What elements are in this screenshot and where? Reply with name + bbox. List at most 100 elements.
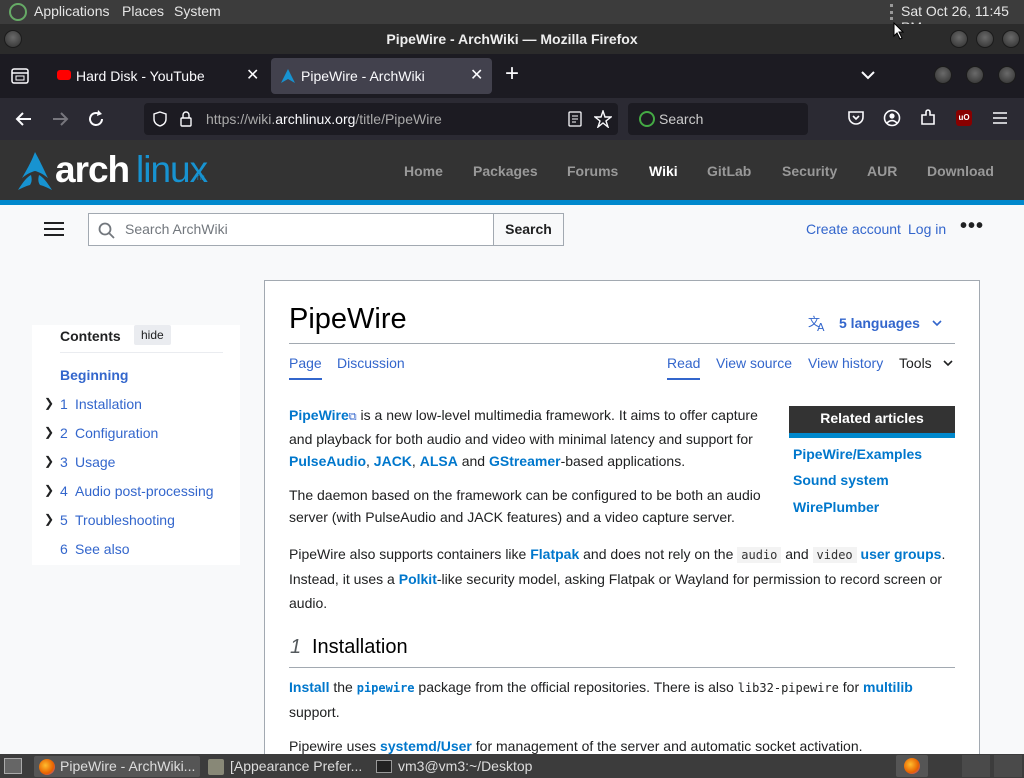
nav-home[interactable]: Home [404,163,443,179]
chevron-down-icon[interactable] [932,320,942,327]
search-engine-icon [639,111,655,127]
places-menu[interactable]: Places [122,3,164,19]
chevron-down-icon[interactable] [943,360,953,367]
forward-arrow-icon[interactable] [51,111,69,127]
wiki-search-placeholder: Search ArchWiki [125,221,228,237]
tab-archwiki[interactable]: PipeWire - ArchWiki ✕ [271,58,492,94]
url-bar[interactable]: https://wiki.archlinux.org/title/PipeWir… [144,103,618,135]
chevron-right-icon[interactable]: ❯ [44,454,54,468]
taskbar-item-terminal[interactable]: vm3@vm3:~/Desktop [372,756,538,777]
main-menu-icon[interactable] [44,221,64,237]
window-title: PipeWire - ArchWiki — Mozilla Firefox [386,31,638,47]
page-title: PipeWire [289,303,407,335]
tab-label: Hard Disk - YouTube [76,68,205,84]
chevron-right-icon[interactable]: ❯ [44,483,54,497]
tab-label: PipeWire - ArchWiki [301,68,425,84]
logo-linux-text[interactable]: linux [136,149,208,191]
more-options-icon[interactable]: ••• [960,215,984,238]
tab-close-icon[interactable]: ✕ [470,58,483,94]
nav-packages[interactable]: Packages [473,163,538,179]
section-divider [289,667,955,668]
minimize-icon[interactable] [950,30,968,48]
tab-close-icon[interactable]: ✕ [246,58,259,94]
applications-menu-icon[interactable] [9,3,27,21]
tab-read-underline [667,378,700,380]
tab-read[interactable]: Read [667,355,700,371]
account-icon[interactable] [883,109,901,127]
workspace-3[interactable] [994,755,1022,777]
nav-forums[interactable]: Forums [567,163,618,179]
nav-gitlab[interactable]: GitLab [707,163,751,179]
lock-icon[interactable] [179,110,193,128]
related-link[interactable]: WirePlumber [793,499,879,515]
show-desktop-icon[interactable] [4,758,22,774]
paragraph-install: Install the pipewire package from the of… [289,679,913,720]
toc-hide-button[interactable]: hide [134,325,171,345]
chevron-right-icon[interactable]: ❯ [44,512,54,526]
create-account-link[interactable]: Create account [806,221,901,237]
web-search-box[interactable]: Search [628,103,808,135]
workspace-switcher[interactable] [896,755,928,777]
firefox-icon [39,759,55,775]
system-menu[interactable]: System [174,3,221,19]
wiki-search-button[interactable]: Search [493,213,564,246]
paragraph-intro: PipeWire⧉ is a new low-level multimedia … [289,407,758,469]
tab-view-source[interactable]: View source [716,355,792,371]
bookmark-star-icon[interactable] [594,110,612,128]
language-icon[interactable]: 文A [808,314,830,332]
chevron-right-icon[interactable]: ❯ [44,396,54,410]
section-heading-installation: Installation [312,636,408,658]
tab-discussion[interactable]: Discussion [337,355,405,371]
ublock-origin-icon[interactable]: uO [956,110,972,126]
title-divider [289,343,955,344]
bottom-taskbar: PipeWire - ArchWiki... [Appearance Prefe… [0,754,1024,778]
archlinux-logo-icon[interactable] [16,152,54,190]
new-tab-icon[interactable]: + [505,60,519,88]
languages-button[interactable]: 5 languages [839,315,920,331]
tab-tools[interactable]: Tools [899,355,932,371]
wiki-search-input[interactable]: Search ArchWiki [88,213,494,246]
toc-beginning[interactable]: Beginning [60,367,128,383]
firefox-view-icon[interactable] [11,68,29,84]
decor-button-icon [934,66,952,84]
login-link[interactable]: Log in [908,221,946,237]
firefox-icon [904,758,920,774]
taskbar-item-firefox[interactable]: PipeWire - ArchWiki... [34,756,200,777]
tab-view-history[interactable]: View history [808,355,883,371]
window-menu-icon[interactable] [4,30,22,48]
appearance-preferences-icon [208,759,224,775]
close-window-icon[interactable] [1002,30,1020,48]
archlinux-header: arch linux TM Home Packages Forums Wiki … [0,140,1024,200]
table-of-contents: Contents hide Beginning ❯ 1 Installation ❯… [32,325,240,565]
youtube-favicon-icon [57,70,71,80]
reload-icon[interactable] [87,110,105,128]
taskbar-item-appearance[interactable]: [Appearance Prefer... [204,756,366,777]
tab-youtube[interactable]: Hard Disk - YouTube ✕ [48,58,268,94]
back-arrow-icon[interactable] [15,111,33,127]
panel-handle-icon [890,4,893,20]
chevron-right-icon[interactable]: ❯ [44,425,54,439]
archlinux-favicon-icon [281,69,295,83]
shield-icon[interactable] [152,111,168,127]
header-accent-bar [0,200,1024,205]
extensions-icon[interactable] [919,109,937,127]
tab-page[interactable]: Page [289,355,322,371]
terminal-icon [376,760,392,773]
tab-page-underline [289,378,322,380]
window-titlebar[interactable]: PipeWire - ArchWiki — Mozilla Firefox [0,24,1024,54]
pocket-icon[interactable] [847,109,865,127]
related-link[interactable]: Sound system [793,472,889,488]
reader-view-icon[interactable] [568,111,582,127]
nav-security[interactable]: Security [782,163,837,179]
workspace-2[interactable] [962,755,990,777]
applications-menu[interactable]: Applications [34,3,110,19]
list-all-tabs-icon[interactable] [861,70,875,80]
nav-download[interactable]: Download [927,163,994,179]
maximize-icon[interactable] [976,30,994,48]
nav-aur[interactable]: AUR [867,163,897,179]
hamburger-menu-icon[interactable] [992,111,1008,125]
nav-wiki[interactable]: Wiki [649,163,678,179]
url-text[interactable]: https://wiki.archlinux.org/title/PipeWir… [206,111,442,127]
related-link[interactable]: PipeWire/Examples [793,446,922,462]
logo-arch-text[interactable]: arch [55,149,130,191]
